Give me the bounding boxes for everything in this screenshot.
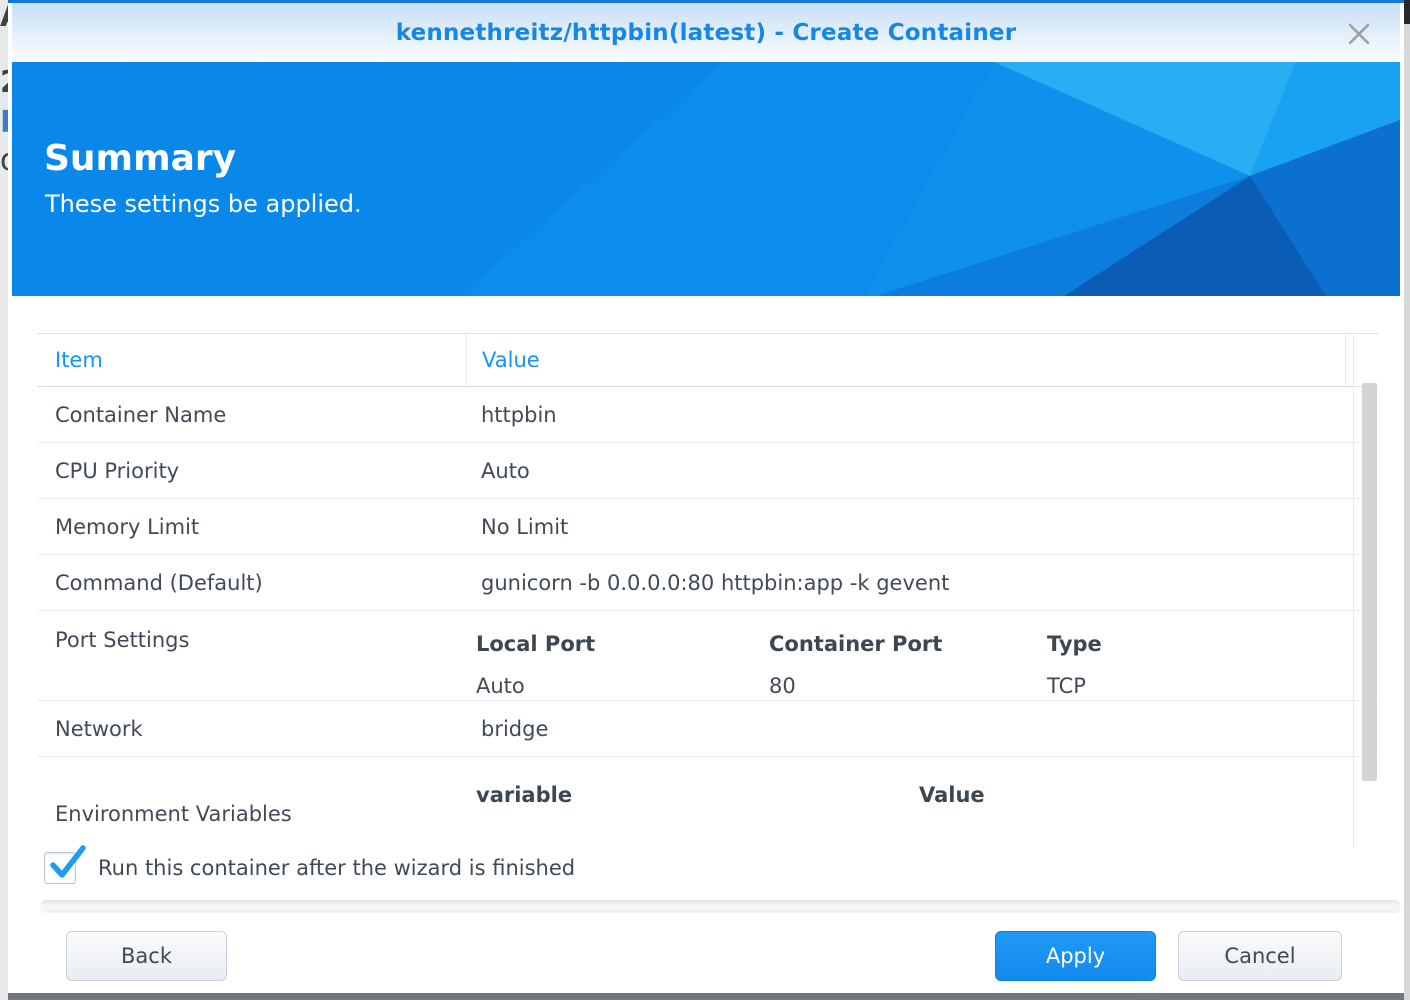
dialog-titlebar: kennethreitz/httpbin(latest) - Create Co… [12, 3, 1400, 62]
table-row-container-name: Container Name httpbin [37, 387, 1378, 443]
apply-button[interactable]: Apply [995, 931, 1156, 981]
item-label: Container Name [37, 403, 466, 427]
port-subheader-type: Type [1047, 632, 1102, 656]
banner-subheading: These settings be applied. [45, 190, 362, 218]
item-value: Auto [466, 459, 530, 483]
item-value: bridge [466, 717, 548, 741]
port-value-container: 80 [769, 674, 796, 698]
checkmark-icon [46, 843, 86, 881]
table-row-memory-limit: Memory Limit No Limit [37, 499, 1378, 555]
run-after-wizard-checkbox[interactable] [44, 852, 76, 884]
back-button[interactable]: Back [66, 931, 227, 981]
item-value: httpbin [466, 403, 557, 427]
port-value-local: Auto [476, 674, 525, 698]
summary-table: Item Value Container Name httpbin CPU Pr… [37, 333, 1378, 848]
env-subheader-variable: variable [476, 783, 572, 807]
screen: A 2 R o kennethreitz/httpbin(latest) - C… [0, 0, 1410, 1000]
item-label: Memory Limit [37, 515, 466, 539]
create-container-dialog: kennethreitz/httpbin(latest) - Create Co… [8, 0, 1404, 993]
vertical-scrollbar-thumb[interactable] [1362, 383, 1377, 781]
run-after-wizard-label: Run this container after the wizard is f… [98, 856, 575, 880]
banner-facets-graphic [12, 62, 1400, 296]
run-after-wizard-row: Run this container after the wizard is f… [44, 852, 575, 884]
column-header-item[interactable]: Item [37, 334, 466, 386]
table-header-row: Item Value [37, 333, 1378, 387]
item-label: CPU Priority [37, 459, 466, 483]
table-row-cpu-priority: CPU Priority Auto [37, 443, 1378, 499]
dialog-title: kennethreitz/httpbin(latest) - Create Co… [396, 20, 1017, 46]
item-label: Network [37, 717, 466, 741]
table-row-command: Command (Default) gunicorn -b 0.0.0.0:80… [37, 555, 1378, 611]
env-subheader-value: Value [919, 783, 985, 807]
port-value-type: TCP [1047, 674, 1086, 698]
wizard-banner: Summary These settings be applied. [12, 62, 1400, 296]
table-right-column-divider [1353, 333, 1354, 848]
horizontal-scrollbar[interactable] [40, 900, 1401, 913]
port-subheader-container-port: Container Port [769, 632, 942, 656]
background-right-strip [1404, 0, 1410, 1000]
port-subheader-local-port: Local Port [476, 632, 595, 656]
table-row-port-settings: Port Settings Local Port Container Port … [37, 611, 1378, 701]
table-row-network: Network bridge [37, 701, 1378, 757]
column-header-spacer [1345, 334, 1378, 386]
table-row-environment-variables: Environment Variables variable Value [37, 757, 1378, 848]
banner-heading: Summary [44, 138, 236, 179]
item-label: Environment Variables [37, 780, 466, 826]
item-value: gunicorn -b 0.0.0.0:80 httpbin:app -k ge… [466, 571, 949, 595]
item-label: Port Settings [37, 611, 466, 652]
item-label: Command (Default) [37, 571, 466, 595]
cancel-button[interactable]: Cancel [1178, 931, 1342, 981]
item-value: No Limit [466, 515, 568, 539]
close-icon[interactable] [1344, 19, 1374, 49]
column-header-value[interactable]: Value [466, 334, 1345, 386]
